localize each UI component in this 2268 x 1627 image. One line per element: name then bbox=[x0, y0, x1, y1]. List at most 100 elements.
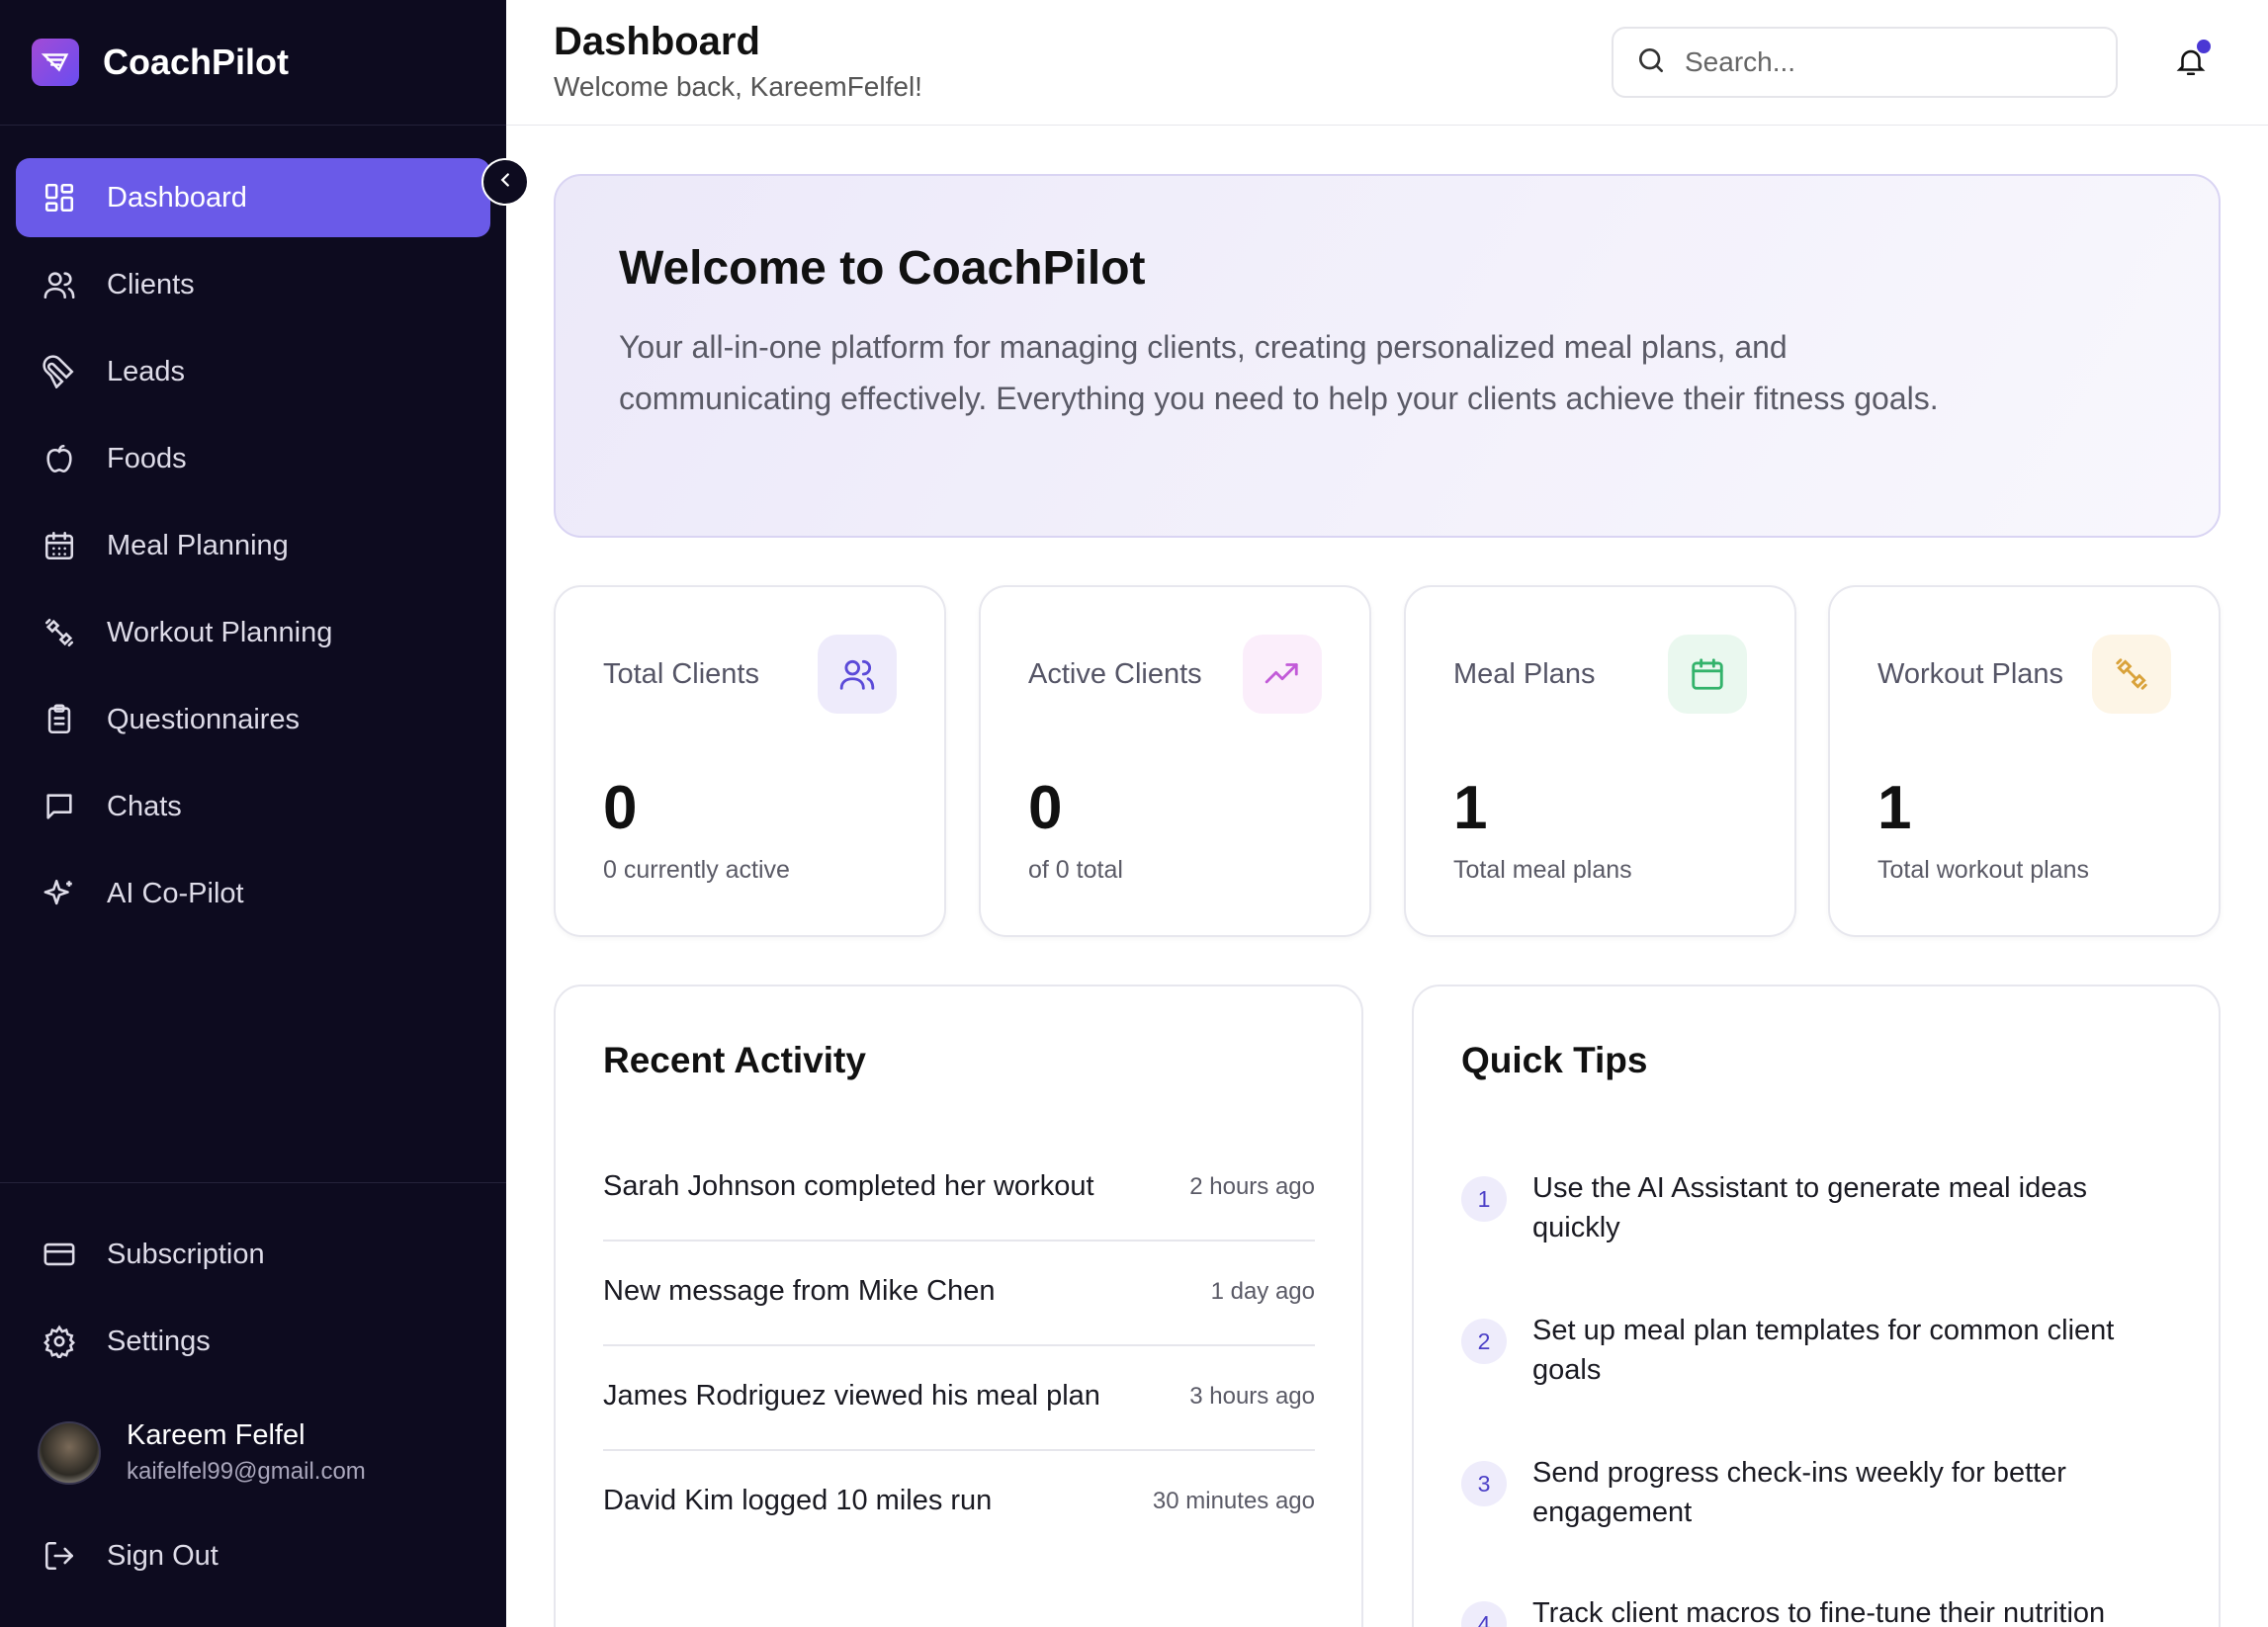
stat-value: 1 bbox=[1877, 774, 1912, 842]
stat-caption: 0 currently active bbox=[603, 856, 790, 884]
sidebar-item-label: Settings bbox=[107, 1325, 211, 1357]
page-title: Dashboard bbox=[554, 20, 760, 63]
page-subtitle: Welcome back, KareemFelfel! bbox=[554, 71, 922, 102]
sidebar-item-label: Subscription bbox=[107, 1238, 265, 1270]
list-item: 1 Use the AI Assistant to generate meal … bbox=[1461, 1168, 2173, 1247]
user-email: kaifelfel99@gmail.com bbox=[127, 1458, 366, 1485]
stat-card-active-clients[interactable]: Active Clients 0 of 0 total bbox=[979, 585, 1371, 937]
welcome-text: Your all-in-one platform for managing cl… bbox=[619, 329, 1939, 416]
activity-text: David Kim logged 10 miles run bbox=[603, 1485, 993, 1516]
calendar-icon bbox=[40, 526, 79, 565]
sidebar-item-foods[interactable]: Foods bbox=[16, 419, 490, 498]
activity-time: 3 hours ago bbox=[1189, 1383, 1315, 1410]
brand[interactable]: CoachPilot bbox=[0, 0, 506, 126]
sidebar-item-workout-planning[interactable]: Workout Planning bbox=[16, 593, 490, 672]
tip-text: Send progress check-ins weekly for bette… bbox=[1532, 1457, 2066, 1528]
clipboard-icon bbox=[40, 700, 79, 739]
activity-time: 30 minutes ago bbox=[1152, 1488, 1315, 1514]
stat-card-workout-plans[interactable]: Workout Plans 1 Total workout plans bbox=[1828, 585, 2221, 937]
stat-caption: Total workout plans bbox=[1877, 856, 2090, 884]
activity-time: 1 day ago bbox=[1210, 1278, 1315, 1305]
tip-text: Track client macros to fine-tune their n… bbox=[1532, 1597, 2106, 1627]
stat-card-meal-plans[interactable]: Meal Plans 1 Total meal plans bbox=[1404, 585, 1796, 937]
search-input[interactable] bbox=[1685, 46, 2080, 78]
sidebar-item-subscription[interactable]: Subscription bbox=[16, 1215, 490, 1294]
search-icon bbox=[1635, 44, 1667, 81]
stat-label: Workout Plans bbox=[1877, 658, 2064, 690]
coachpilot-logo-icon bbox=[32, 39, 79, 86]
sidebar-item-ai-co-pilot[interactable]: AI Co-Pilot bbox=[16, 854, 490, 933]
activity-text: Sarah Johnson completed her workout bbox=[603, 1170, 1094, 1202]
recent-activity-panel: Recent Activity Sarah Johnson completed … bbox=[554, 985, 1363, 1627]
stat-value: 1 bbox=[1453, 774, 1488, 842]
sidebar-item-clients[interactable]: Clients bbox=[16, 245, 490, 324]
sidebar-item-label: Leads bbox=[107, 355, 186, 387]
stat-value: 0 bbox=[603, 774, 638, 842]
list-item[interactable]: New message from Mike Chen 1 day ago bbox=[603, 1275, 1315, 1346]
stat-caption: of 0 total bbox=[1028, 856, 1123, 884]
chevron-left-icon bbox=[494, 169, 516, 196]
sidebar-item-label: Clients bbox=[107, 268, 195, 300]
sidebar-item-label: Workout Planning bbox=[107, 616, 333, 648]
stat-label: Total Clients bbox=[603, 658, 759, 690]
panel-title: Recent Activity bbox=[603, 1040, 866, 1080]
user-profile[interactable]: Kareem Felfel kaifelfel99@gmail.com bbox=[38, 1419, 366, 1486]
sidebar-item-chats[interactable]: Chats bbox=[16, 767, 490, 846]
notification-dot bbox=[2197, 40, 2211, 53]
sparkles-icon bbox=[40, 874, 79, 913]
tip-number: 1 bbox=[1461, 1176, 1507, 1222]
sidebar-item-label: Questionnaires bbox=[107, 703, 301, 735]
apple-icon bbox=[40, 439, 79, 478]
list-item: 4 Track client macros to fine-tune their… bbox=[1461, 1593, 2173, 1627]
sidebar-item-dashboard[interactable]: Dashboard bbox=[16, 158, 490, 237]
signout-container: Sign Out bbox=[16, 1516, 490, 1603]
list-item[interactable]: David Kim logged 10 miles run 30 minutes… bbox=[603, 1485, 1315, 1556]
main-nav: Dashboard Clients Leads Foods Meal Plann… bbox=[0, 126, 506, 933]
credit-card-icon bbox=[40, 1235, 79, 1274]
stat-value: 0 bbox=[1028, 774, 1063, 842]
tip-text: Use the AI Assistant to generate meal id… bbox=[1532, 1172, 2087, 1243]
list-item[interactable]: James Rodriguez viewed his meal plan 3 h… bbox=[603, 1380, 1315, 1451]
brand-name: CoachPilot bbox=[103, 42, 290, 82]
tip-number: 4 bbox=[1461, 1601, 1507, 1627]
sidebar: CoachPilot Dashboard Clients Leads Foods bbox=[0, 0, 506, 1627]
collapse-sidebar-button[interactable] bbox=[481, 158, 529, 206]
panel-title: Quick Tips bbox=[1461, 1040, 1648, 1080]
activity-time: 2 hours ago bbox=[1189, 1173, 1315, 1200]
welcome-title: Welcome to CoachPilot bbox=[619, 242, 1146, 295]
activity-text: James Rodriguez viewed his meal plan bbox=[603, 1380, 1100, 1412]
sidebar-item-questionnaires[interactable]: Questionnaires bbox=[16, 680, 490, 759]
top-header: Dashboard Welcome back, KareemFelfel! bbox=[506, 0, 2268, 126]
stat-card-total-clients[interactable]: Total Clients 0 0 currently active bbox=[554, 585, 946, 937]
sidebar-item-settings[interactable]: Settings bbox=[16, 1302, 490, 1381]
quick-tips-panel: Quick Tips 1 Use the AI Assistant to gen… bbox=[1412, 985, 2221, 1627]
users-icon bbox=[40, 265, 79, 304]
sidebar-item-leads[interactable]: Leads bbox=[16, 332, 490, 411]
trending-up-icon bbox=[1243, 635, 1322, 714]
activity-text: New message from Mike Chen bbox=[603, 1275, 996, 1307]
sidebar-item-meal-planning[interactable]: Meal Planning bbox=[16, 506, 490, 585]
dumbbell-icon bbox=[2092, 635, 2171, 714]
sign-out-label: Sign Out bbox=[107, 1539, 218, 1572]
search-box[interactable] bbox=[1612, 27, 2118, 98]
notifications-button[interactable] bbox=[2167, 40, 2215, 87]
grid-icon bbox=[40, 178, 79, 217]
stat-caption: Total meal plans bbox=[1453, 856, 1632, 884]
magnet-icon bbox=[40, 352, 79, 391]
tip-number: 2 bbox=[1461, 1319, 1507, 1364]
sidebar-item-label: AI Co-Pilot bbox=[107, 877, 244, 909]
welcome-banner: Welcome to CoachPilot Your all-in-one pl… bbox=[554, 174, 2221, 538]
calendar-icon bbox=[1668, 635, 1747, 714]
user-name: Kareem Felfel bbox=[127, 1419, 305, 1451]
gear-icon bbox=[40, 1322, 79, 1361]
dumbbell-icon bbox=[40, 613, 79, 652]
avatar bbox=[38, 1420, 101, 1485]
sign-out-button[interactable]: Sign Out bbox=[16, 1516, 490, 1595]
tip-text: Set up meal plan templates for common cl… bbox=[1532, 1315, 2115, 1386]
log-out-icon bbox=[40, 1536, 79, 1576]
sidebar-divider bbox=[0, 1182, 506, 1183]
list-item[interactable]: Sarah Johnson completed her workout 2 ho… bbox=[603, 1170, 1315, 1242]
user-info: Kareem Felfel kaifelfel99@gmail.com bbox=[127, 1419, 366, 1486]
sidebar-item-label: Dashboard bbox=[107, 181, 247, 214]
sidebar-item-label: Foods bbox=[107, 442, 187, 474]
